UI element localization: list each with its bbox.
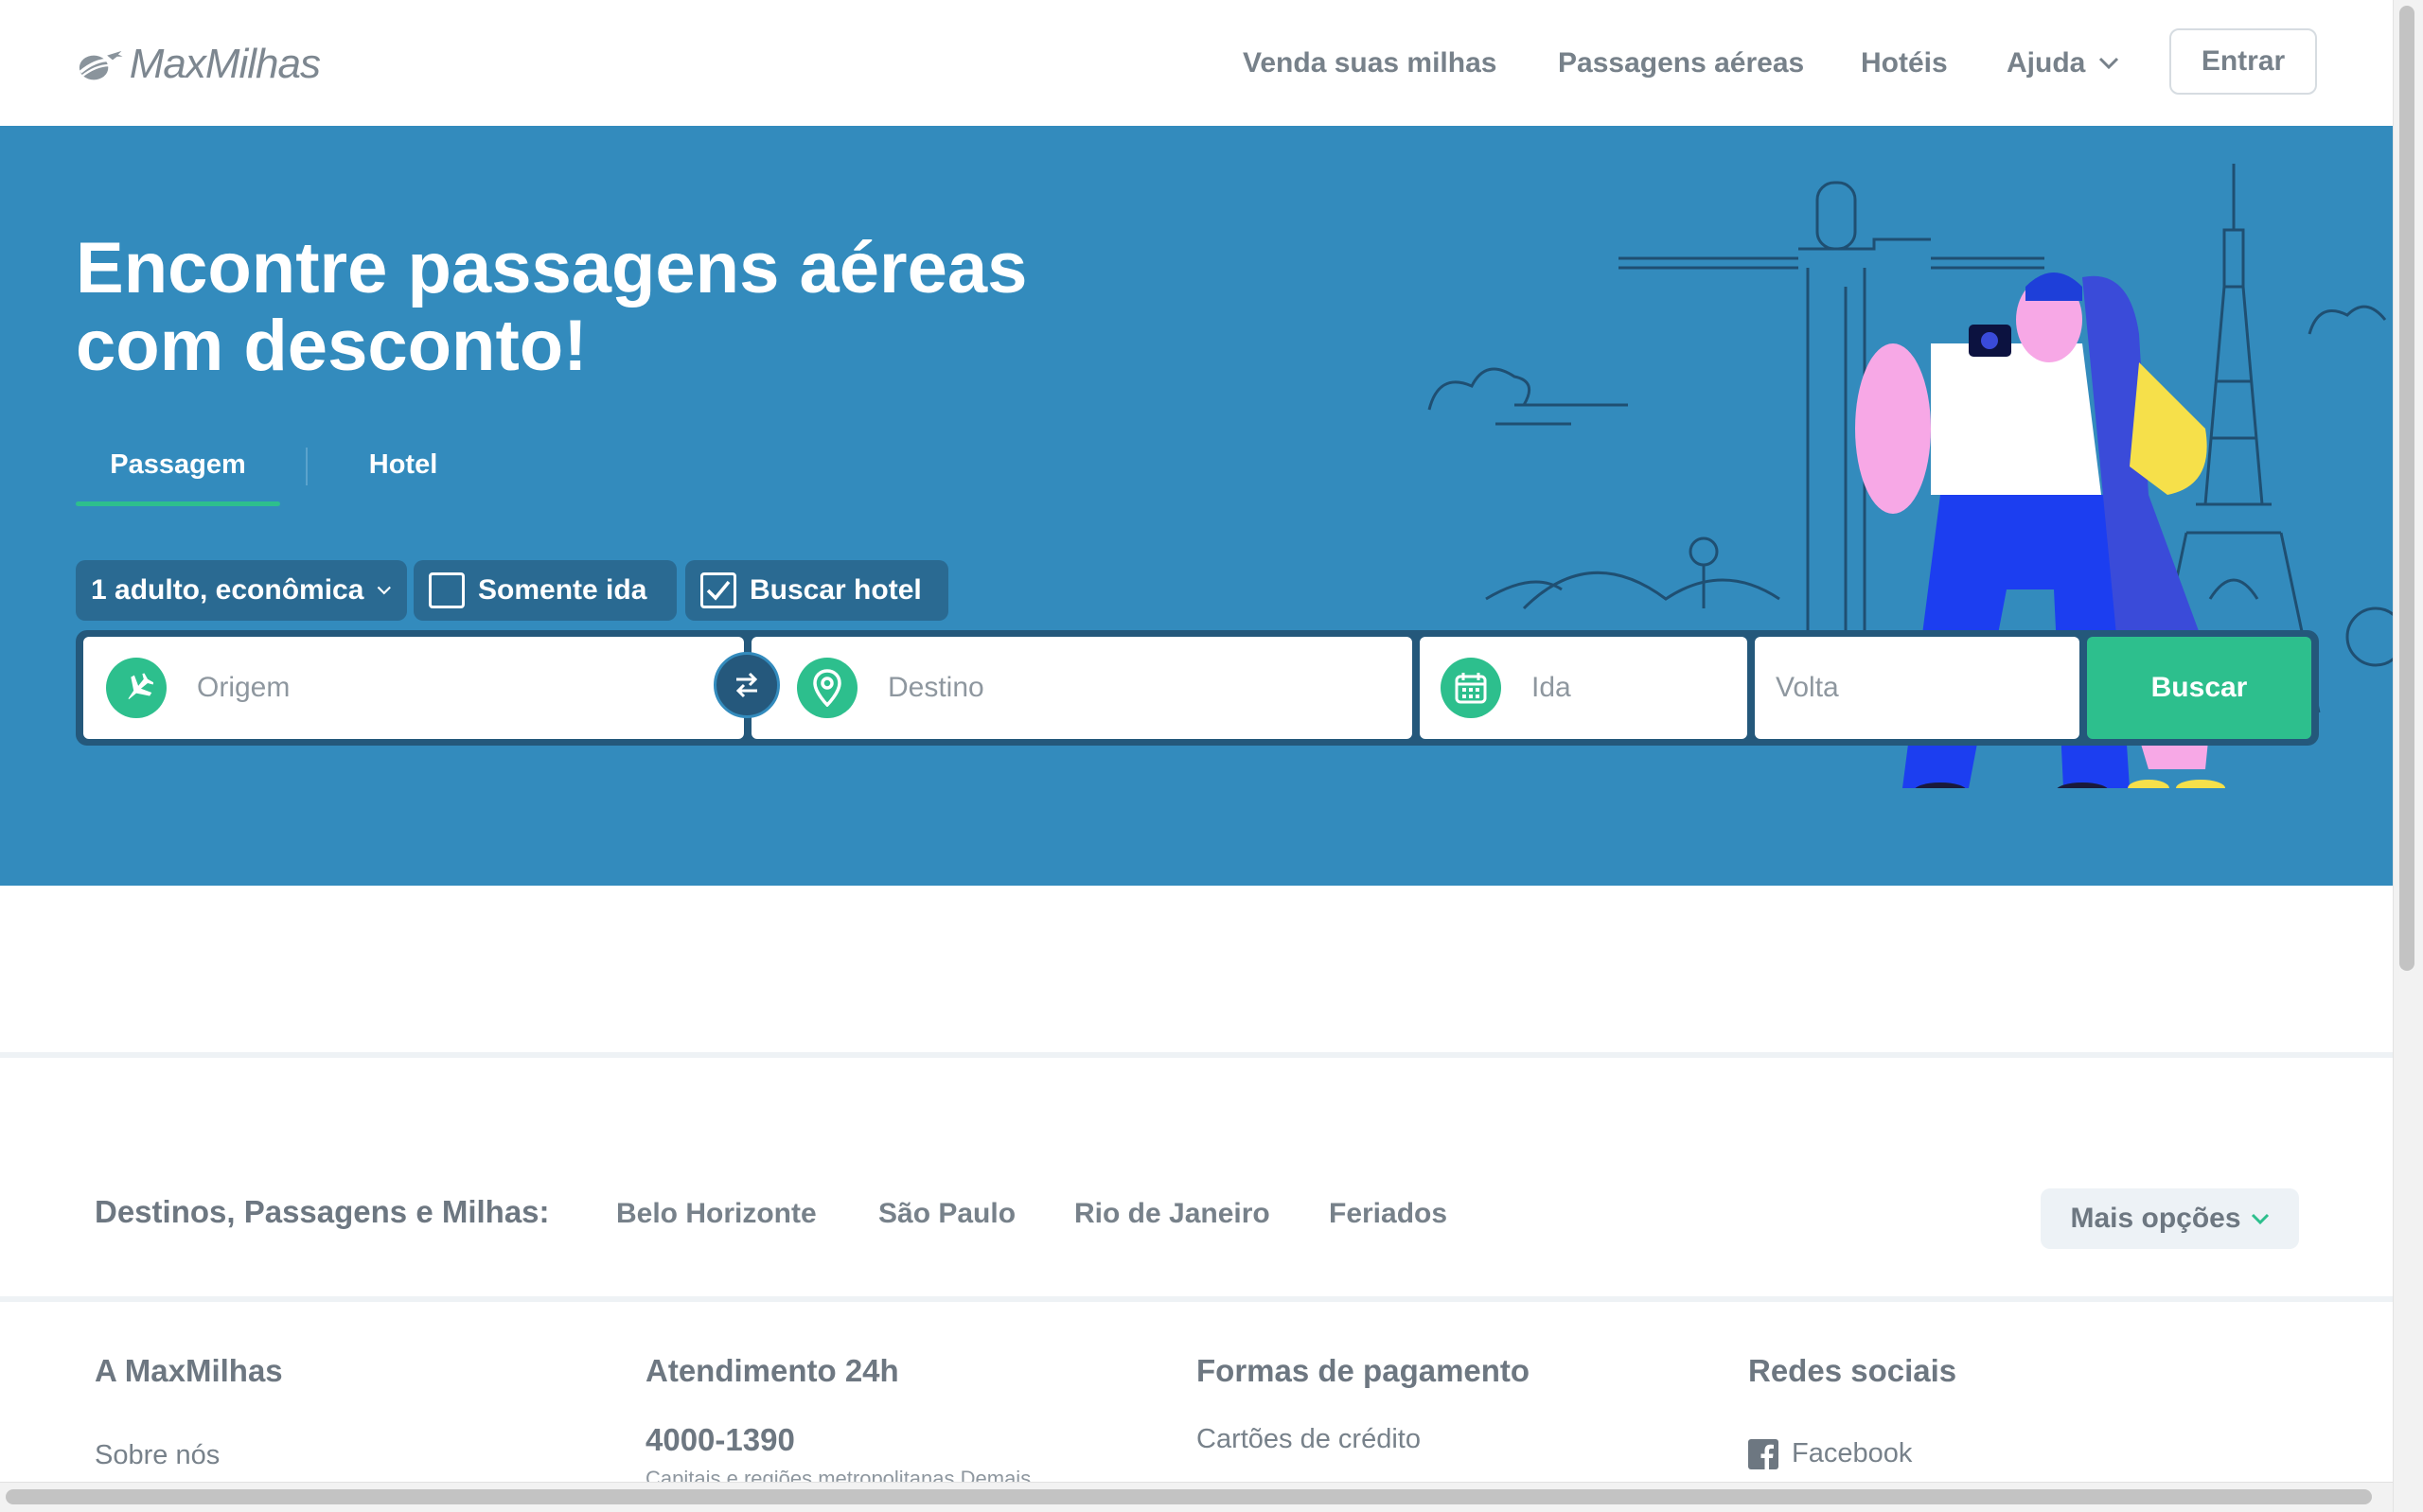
- more-options-label: Mais opções: [2070, 1203, 2241, 1234]
- destination-field[interactable]: Destino: [752, 637, 1412, 739]
- destination-link[interactable]: Belo Horizonte: [616, 1198, 817, 1230]
- vertical-scrollbar-thumb[interactable]: [2399, 6, 2414, 971]
- nav-sell-miles-label: Venda suas milhas: [1243, 46, 1497, 79]
- tab-divider: [306, 448, 308, 485]
- passengers-label: 1 adulto, econômica: [91, 574, 364, 606]
- chevron-down-icon: [2251, 1213, 2269, 1224]
- passengers-selector[interactable]: 1 adulto, econômica: [76, 560, 407, 621]
- nav-help-label: Ajuda: [2007, 46, 2086, 79]
- checkbox-icon[interactable]: [429, 572, 465, 608]
- horizontal-scrollbar-thumb[interactable]: [6, 1489, 2372, 1504]
- destination-link[interactable]: São Paulo: [878, 1198, 1016, 1230]
- support-phone[interactable]: 4000-1390: [646, 1422, 795, 1458]
- checkmark-icon: [706, 580, 731, 601]
- nav-sell-miles[interactable]: Venda suas milhas: [1243, 0, 1496, 126]
- nav-help-dropdown[interactable]: Ajuda: [2007, 0, 2119, 126]
- destination-link[interactable]: Rio de Janeiro: [1074, 1198, 1270, 1230]
- search-button[interactable]: Buscar: [2087, 637, 2311, 739]
- nav-flights-label: Passagens aéreas: [1558, 46, 1805, 79]
- checkbox-icon[interactable]: [700, 572, 736, 608]
- hero-title: Encontre passagens aéreas com desconto!: [76, 230, 1212, 385]
- chevron-down-icon: [2099, 57, 2119, 69]
- swap-button[interactable]: [714, 652, 780, 718]
- return-date-field[interactable]: Volta: [1755, 637, 2079, 739]
- tab-hotel[interactable]: Hotel: [331, 438, 475, 491]
- one-way-label: Somente ida: [478, 574, 647, 606]
- destination-link[interactable]: Feriados: [1329, 1198, 1447, 1230]
- tab-passagem-label: Passagem: [110, 448, 246, 480]
- footer-heading-about: A MaxMilhas: [95, 1353, 283, 1388]
- search-hotel-toggle[interactable]: Buscar hotel: [685, 560, 948, 621]
- nav-flights[interactable]: Passagens aéreas: [1558, 0, 1804, 126]
- destinations-label: Destinos, Passagens e Milhas:: [95, 1194, 550, 1229]
- facebook-label: Facebook: [1792, 1438, 1913, 1468]
- nav-hotels[interactable]: Hotéis: [1861, 0, 1948, 126]
- maxmilhas-logo[interactable]: MaxMilhas: [74, 26, 321, 102]
- section-divider: [0, 1052, 2393, 1058]
- footer-heading-social: Redes sociais: [1748, 1353, 1957, 1388]
- origin-field[interactable]: Origem: [83, 637, 744, 739]
- footer-link-credit-cards[interactable]: Cartões de crédito: [1196, 1424, 1421, 1455]
- search-hotel-label: Buscar hotel: [750, 574, 922, 606]
- depart-placeholder: Ida: [1531, 672, 1571, 703]
- location-pin-icon: [797, 658, 858, 718]
- footer-heading-payment: Formas de pagamento: [1196, 1353, 1530, 1388]
- nav-hotels-label: Hotéis: [1861, 46, 1948, 79]
- hero-title-line1: Encontre passagens aéreas: [76, 228, 1028, 308]
- destination-placeholder: Destino: [888, 672, 984, 703]
- footer-heading-support: Atendimento 24h: [646, 1353, 899, 1388]
- logo-text: MaxMilhas: [129, 41, 321, 87]
- swap-icon: [735, 672, 758, 698]
- footer-link-facebook[interactable]: Facebook: [1748, 1438, 1912, 1469]
- logo-plane-icon: [79, 50, 123, 80]
- origin-placeholder: Origem: [197, 672, 291, 703]
- more-options-button[interactable]: Mais opções: [2041, 1188, 2299, 1249]
- tab-passagem[interactable]: Passagem: [76, 438, 280, 491]
- plane-icon: [106, 658, 167, 718]
- one-way-toggle[interactable]: Somente ida: [414, 560, 677, 621]
- login-button[interactable]: Entrar: [2169, 28, 2317, 95]
- footer-link-about-us[interactable]: Sobre nós: [95, 1440, 220, 1471]
- chevron-down-icon: [378, 586, 392, 595]
- hero-section: Encontre passagens aéreas com desconto!: [0, 126, 2393, 886]
- calendar-icon: [1441, 658, 1501, 718]
- tab-hotel-label: Hotel: [368, 448, 438, 480]
- facebook-icon: [1748, 1438, 1778, 1469]
- return-placeholder: Volta: [1776, 672, 1839, 703]
- hero-title-line2: com desconto!: [76, 306, 588, 386]
- section-divider: [0, 1296, 2393, 1302]
- depart-date-field[interactable]: Ida: [1420, 637, 1747, 739]
- active-tab-indicator: [76, 501, 280, 506]
